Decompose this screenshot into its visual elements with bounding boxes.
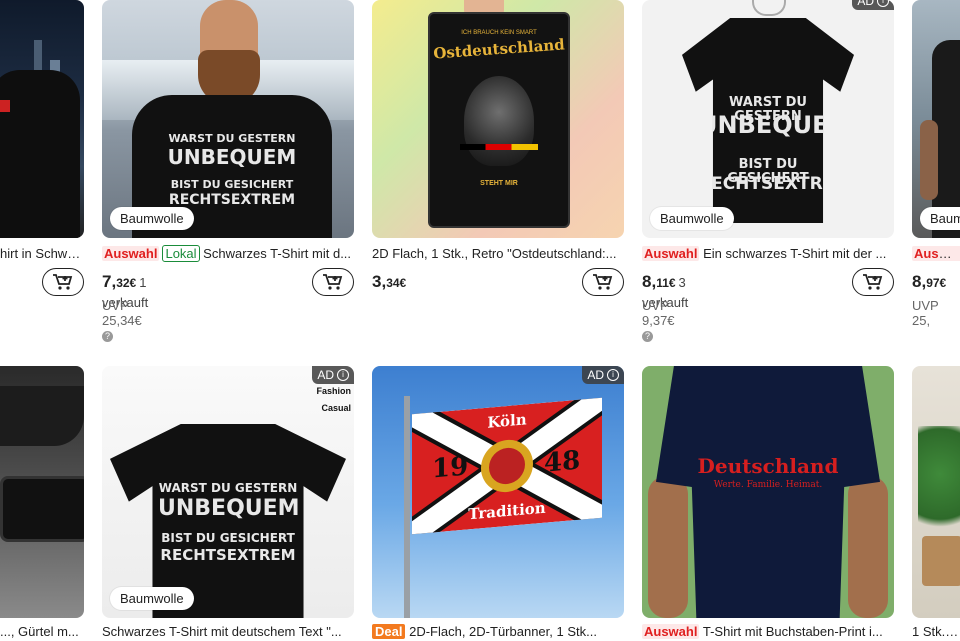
product-image[interactable]: Köln 19 48 Tradition AD i bbox=[372, 366, 624, 618]
product-title[interactable]: Deal 2D-Flach, 2D-Türbanner, 1 Stk... bbox=[372, 623, 624, 641]
material-pill: Baumwolle bbox=[110, 207, 194, 230]
local-badge: Lokal bbox=[162, 245, 200, 262]
shirt-line: UNBEQUEM bbox=[698, 111, 853, 139]
product-title[interactable]: Schwarzes T-Shirt mit deutschem Text "..… bbox=[102, 623, 354, 641]
info-icon[interactable]: i bbox=[607, 369, 619, 381]
product-image[interactable] bbox=[912, 366, 960, 618]
choice-badge: Auswahl bbox=[642, 624, 700, 639]
product-title[interactable]: Auswahl Lokal Schwarzes T-Shirt mit d... bbox=[102, 245, 354, 263]
ad-badge[interactable]: AD i bbox=[852, 0, 894, 10]
shirt-line: RECHTSEXTREM bbox=[160, 546, 296, 564]
flag-left-text: 19 bbox=[432, 451, 469, 485]
title-text: Ein schwarzes T-Shirt mit der ... bbox=[703, 246, 887, 261]
help-icon[interactable]: ? bbox=[642, 331, 653, 343]
product-image[interactable]: WARST DU GESTERN UNBEQUEM BIST DU GESICH… bbox=[642, 0, 894, 238]
deal-badge: Deal bbox=[372, 624, 406, 639]
product-image[interactable]: ICH BRAUCH KEIN SMART Ostdeutschland STE… bbox=[372, 0, 624, 238]
title-text: 2D-Flach, 2D-Türbanner, 1 Stk... bbox=[409, 624, 597, 639]
product-image[interactable]: Baum bbox=[912, 0, 960, 238]
plant bbox=[918, 426, 960, 546]
shirt-line: WARST DU GESTERN bbox=[168, 132, 296, 145]
hanger-icon bbox=[752, 0, 786, 16]
uvp-price: UVP 25, bbox=[912, 298, 939, 328]
title-text: T-Shirt mit Buchstaben-Print i... bbox=[702, 624, 883, 639]
help-icon[interactable]: ? bbox=[102, 331, 113, 343]
fashion-tag: Fashion bbox=[316, 386, 351, 396]
price: 3,34€ bbox=[372, 272, 407, 291]
choice-badge: Auswahl bbox=[102, 246, 160, 261]
ad-badge[interactable]: AD i bbox=[312, 366, 354, 384]
add-to-cart-button[interactable] bbox=[582, 268, 624, 296]
price: 8,97€ bbox=[912, 272, 947, 291]
info-icon[interactable]: i bbox=[337, 369, 349, 381]
product-title[interactable]: Auswahl bbox=[912, 245, 960, 263]
cart-plus-icon bbox=[863, 274, 883, 290]
sign-sub-text: STEHT MIR bbox=[480, 180, 518, 187]
shirt-line: BIST DU GESICHERT bbox=[170, 178, 294, 191]
material-pill: Baumwolle bbox=[650, 207, 734, 230]
shirt-line: RECHTSEXTREM bbox=[698, 174, 852, 194]
cart-plus-icon bbox=[323, 274, 343, 290]
ad-badge[interactable]: AD i bbox=[582, 366, 624, 384]
product-image[interactable] bbox=[0, 0, 84, 238]
shirt-subtitle: Werte. Familie. Heimat. bbox=[713, 480, 823, 490]
casual-tag: Casual bbox=[321, 403, 351, 413]
uvp-price: UVP 9,37€ ? bbox=[642, 298, 675, 343]
product-title[interactable]: Auswahl T-Shirt mit Buchstaben-Print i..… bbox=[642, 623, 894, 641]
product-image[interactable]: WARST DU GESTERN UNBEQUEM BIST DU GESICH… bbox=[102, 366, 354, 618]
sign-top-text: ICH BRAUCH KEIN SMART bbox=[461, 30, 537, 36]
sign-title: Ostdeutschland bbox=[432, 35, 566, 63]
product-title[interactable]: 1 Stk., Gar... bbox=[912, 623, 960, 641]
flagpole bbox=[404, 396, 410, 618]
belt bbox=[0, 476, 84, 542]
uvp-price: UVP 25,34€ ? bbox=[102, 298, 142, 343]
flag-right-text: 48 bbox=[544, 445, 581, 479]
cart-plus-icon bbox=[53, 274, 73, 290]
flag: Köln 19 48 Tradition bbox=[412, 397, 602, 535]
choice-badge: Auswahl bbox=[642, 246, 700, 261]
title-text: Schwarzes T-Shirt mit d... bbox=[203, 246, 352, 261]
add-to-cart-button[interactable] bbox=[42, 268, 84, 296]
shirt-line: WARST DU GESTERN bbox=[158, 481, 298, 495]
choice-badge: Auswahl bbox=[912, 246, 960, 261]
model-arm-right bbox=[848, 476, 888, 618]
material-pill: Baumwolle bbox=[110, 587, 194, 610]
shirt-line: BIST DU GESICHERT bbox=[161, 531, 295, 545]
product-image[interactable]: Deutschland Werte. Familie. Heimat. bbox=[642, 366, 894, 618]
product-title[interactable]: 2D Flach, 1 Stk., Retro "Ostdeutschland:… bbox=[372, 245, 624, 263]
material-pill: Baum bbox=[920, 207, 960, 230]
t-shirt: Deutschland Werte. Familie. Heimat. bbox=[656, 366, 880, 618]
cart-plus-icon bbox=[593, 274, 613, 290]
product-title[interactable]: Auswahl Ein schwarzes T-Shirt mit der ..… bbox=[642, 245, 894, 263]
product-image[interactable]: WARST DU GESTERN UNBEQUEM BIST DU GESICH… bbox=[102, 0, 354, 238]
product-image[interactable] bbox=[0, 366, 84, 618]
t-shirt: WARST DU GESTERN UNBEQUEM BIST DU GESICH… bbox=[682, 18, 854, 223]
metal-sign: ICH BRAUCH KEIN SMART Ostdeutschland STE… bbox=[428, 12, 570, 228]
shirt-title: Deutschland bbox=[697, 454, 839, 478]
add-to-cart-button[interactable] bbox=[852, 268, 894, 296]
info-icon[interactable]: i bbox=[877, 0, 889, 7]
model-arm-left bbox=[648, 476, 688, 618]
shirt-line: UNBEQUEM bbox=[158, 496, 300, 521]
shirt-line: UNBEQUEM bbox=[167, 145, 297, 169]
add-to-cart-button[interactable] bbox=[312, 268, 354, 296]
product-title[interactable]: ..., Gürtel m... bbox=[0, 623, 84, 641]
product-title[interactable]: hirt in Schwa... bbox=[0, 245, 84, 263]
shirt-line: RECHTSEXTREM bbox=[168, 192, 296, 208]
